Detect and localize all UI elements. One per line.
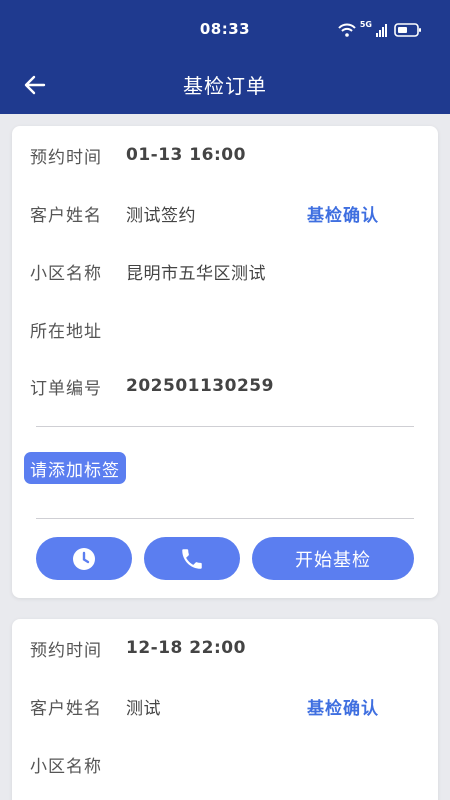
- community-value: 昆明市五华区测试: [126, 263, 266, 284]
- order-number-value: 202501130259: [126, 376, 274, 396]
- inspection-confirm-link[interactable]: 基检确认: [307, 201, 379, 226]
- customer-name-label: 客户姓名: [30, 205, 102, 226]
- order-card: 预约时间 12-18 22:00 客户姓名 测试 基检确认 小区名称: [12, 619, 438, 800]
- community-label: 小区名称: [30, 263, 102, 284]
- inspection-confirm-link[interactable]: 基检确认: [307, 694, 379, 719]
- appointment-time-value: 01-13 16:00: [126, 145, 246, 165]
- status-icons: 5G: [338, 20, 422, 40]
- customer-name-row: 客户姓名 测试签约: [30, 201, 196, 226]
- customer-name-value: 测试: [126, 698, 161, 719]
- appointment-time-value: 12-18 22:00: [126, 638, 246, 658]
- phone-icon: [182, 548, 202, 569]
- page-title: 基检订单: [183, 74, 267, 98]
- address-row: 所在地址: [30, 317, 126, 342]
- status-bar: 08:33 5G: [0, 0, 450, 58]
- order-number-label: 订单编号: [30, 378, 102, 399]
- customer-name-value: 测试签约: [126, 205, 196, 226]
- order-number-row: 订单编号 202501130259: [30, 374, 274, 399]
- appointment-time-label: 预约时间: [30, 147, 102, 168]
- battery-icon: [394, 23, 421, 37]
- call-button[interactable]: [144, 537, 240, 580]
- schedule-button[interactable]: [36, 537, 132, 580]
- divider: [36, 426, 414, 427]
- appointment-time-row: 预约时间 12-18 22:00: [30, 636, 246, 661]
- network-type-label: 5G: [359, 20, 372, 29]
- app-header: 基检订单: [0, 58, 450, 114]
- clock-icon: [73, 547, 95, 570]
- address-label: 所在地址: [30, 321, 102, 342]
- community-label: 小区名称: [30, 756, 102, 777]
- divider: [36, 518, 414, 519]
- appointment-time-label: 预约时间: [30, 640, 102, 661]
- customer-name-row: 客户姓名 测试: [30, 694, 161, 719]
- order-card: 预约时间 01-13 16:00 客户姓名 测试签约 基检确认 小区名称 昆明市…: [12, 126, 438, 598]
- add-tag-button[interactable]: 请添加标签: [24, 452, 126, 484]
- customer-name-label: 客户姓名: [30, 698, 102, 719]
- appointment-time-row: 预约时间 01-13 16:00: [30, 143, 246, 168]
- signal-icon: [376, 24, 387, 37]
- community-row: 小区名称: [30, 752, 126, 777]
- community-row: 小区名称 昆明市五华区测试: [30, 259, 266, 284]
- wifi-icon: [338, 23, 356, 37]
- start-inspection-button[interactable]: 开始基检: [252, 537, 414, 580]
